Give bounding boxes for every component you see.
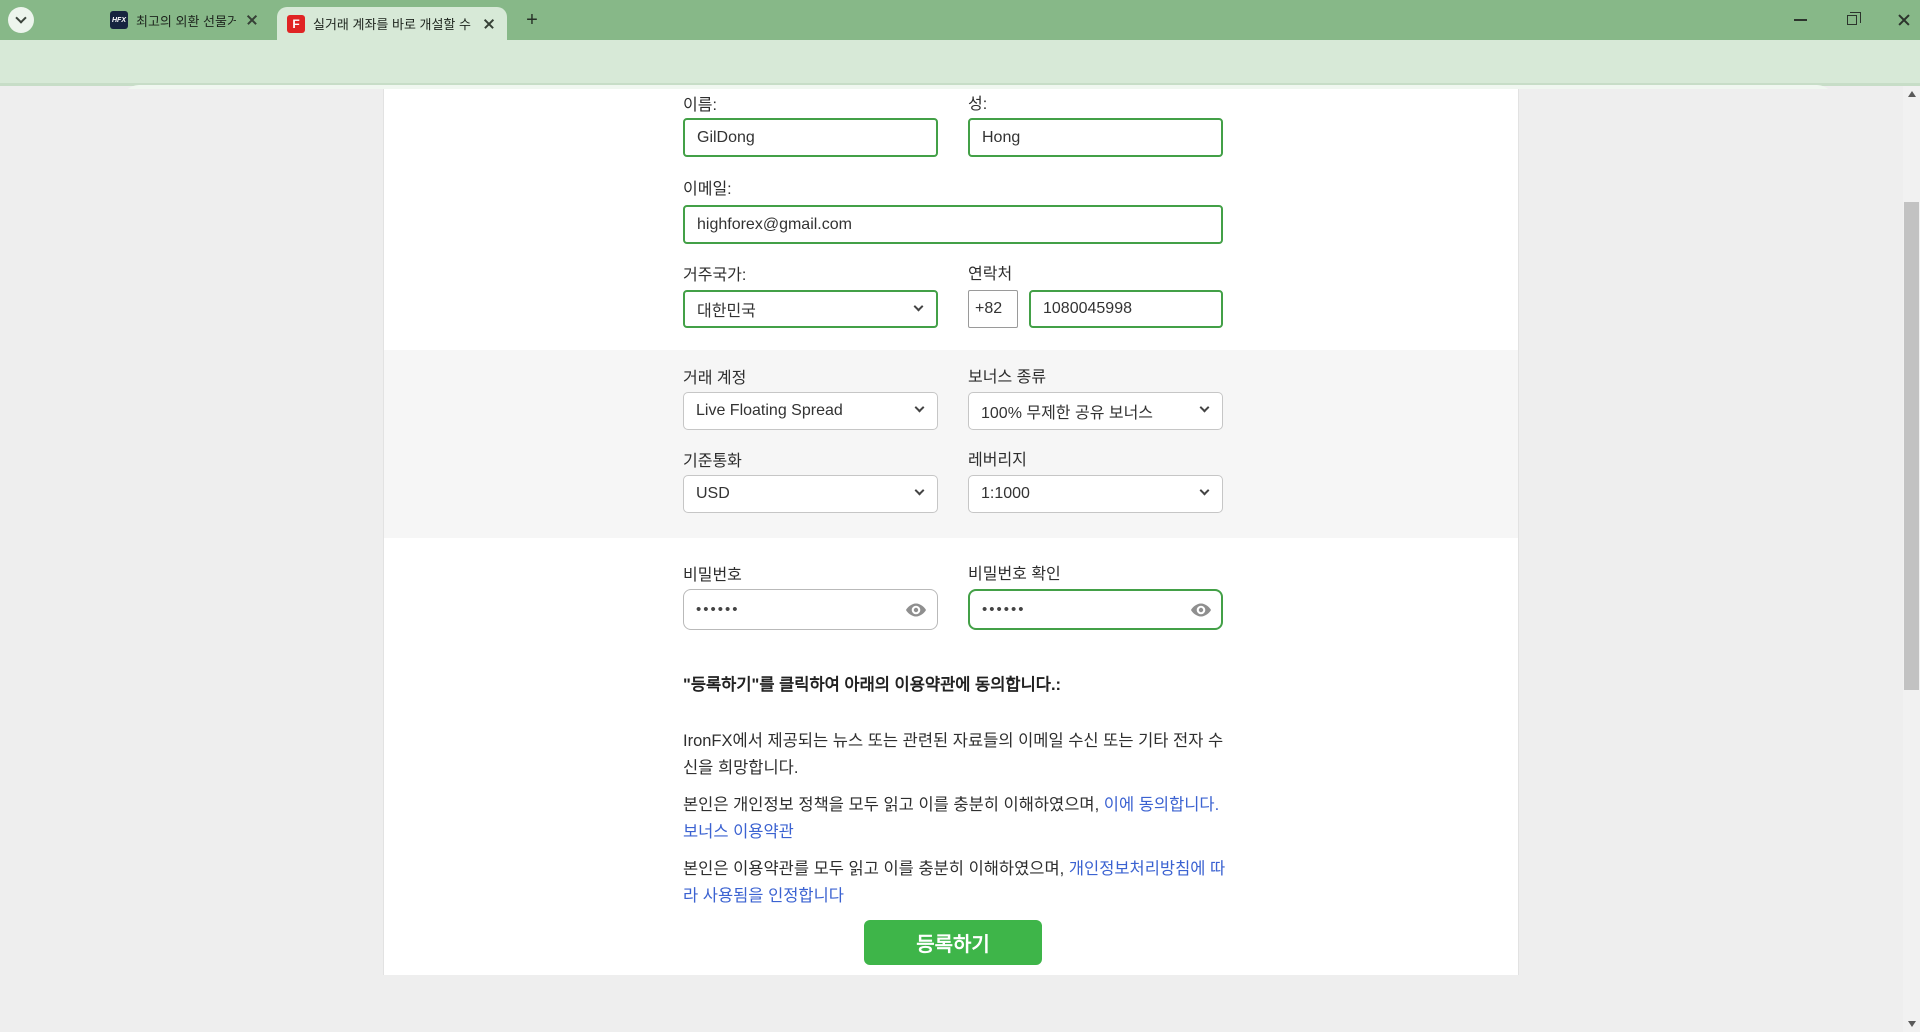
password-eye-icon[interactable] bbox=[904, 598, 928, 622]
terms-paragraph-privacy: 본인은 개인정보 정책을 모두 읽고 이를 충분히 이해하였으며, 이에 동의합… bbox=[683, 792, 1228, 846]
chevron-down-icon bbox=[915, 403, 925, 413]
close-icon bbox=[1897, 13, 1911, 27]
tab-strip: HFX 최고의 외환 선물거래 브로커 F 실거래 계좌를 바로 개설할 수 + bbox=[0, 0, 1920, 40]
window-restore-button[interactable] bbox=[1832, 0, 1872, 40]
leverage-label: 레버리지 bbox=[968, 446, 1027, 470]
triangle-down-icon bbox=[1908, 1021, 1916, 1027]
password-field[interactable] bbox=[683, 589, 938, 630]
first-name-field[interactable] bbox=[683, 118, 938, 157]
window-minimize-button[interactable] bbox=[1780, 0, 1820, 40]
phone-number-field[interactable] bbox=[1029, 290, 1223, 328]
phone-code-field[interactable] bbox=[968, 290, 1018, 328]
password-label: 비밀번호 bbox=[683, 561, 742, 585]
first-name-label: 이름: bbox=[683, 91, 717, 115]
tab-register-active[interactable]: F 실거래 계좌를 바로 개설할 수 bbox=[277, 7, 507, 40]
base-currency-value: USD bbox=[696, 485, 730, 503]
restore-icon bbox=[1847, 15, 1857, 25]
minimize-icon bbox=[1794, 19, 1807, 21]
vertical-scrollbar[interactable] bbox=[1903, 86, 1920, 1032]
terms-heading: "등록하기"를 클릭하여 아래의 이용약관에 동의합니다.: bbox=[683, 671, 1243, 695]
email-label: 이메일: bbox=[683, 175, 732, 199]
bonus-type-select[interactable]: 100% 무제한 공유 보너스 bbox=[968, 392, 1223, 430]
base-currency-label: 기준통화 bbox=[683, 447, 742, 471]
password-confirm-eye-icon[interactable] bbox=[1189, 598, 1213, 622]
tab1-close-icon[interactable] bbox=[244, 12, 260, 28]
triangle-up-icon bbox=[1908, 91, 1916, 97]
chevron-down-icon bbox=[914, 302, 924, 312]
register-button[interactable]: 등록하기 bbox=[864, 920, 1042, 965]
terms-paragraph-news: IronFX에서 제공되는 뉴스 또는 관련된 자료들의 이메일 수신 또는 기… bbox=[683, 728, 1228, 782]
country-select-value: 대한민국 bbox=[697, 297, 756, 321]
consent-link[interactable]: 이에 동의합니다. bbox=[1104, 796, 1219, 814]
password-confirm-label: 비밀번호 확인 bbox=[968, 560, 1061, 584]
registration-form: 이름: 성: 이메일: 거주국가: 연락처 대한민국 거래 계정 보너스 종류 … bbox=[383, 89, 1519, 975]
chevron-down-icon bbox=[915, 486, 925, 496]
scrollbar-thumb[interactable] bbox=[1904, 202, 1919, 690]
tab1-favicon-icon: HFX bbox=[110, 11, 128, 29]
window-close-button[interactable] bbox=[1884, 0, 1920, 40]
tab2-close-icon[interactable] bbox=[481, 16, 497, 32]
password-confirm-field[interactable] bbox=[968, 589, 1223, 630]
country-label: 거주국가: bbox=[683, 261, 746, 285]
tab-search-button[interactable] bbox=[8, 7, 34, 33]
tab1-title: 최고의 외환 선물거래 브로커 bbox=[136, 11, 236, 30]
browser-window: HFX 최고의 외환 선물거래 브로커 F 실거래 계좌를 바로 개설할 수 +… bbox=[0, 0, 1920, 1032]
terms-paragraph-usage: 본인은 이용약관를 모두 읽고 이를 충분히 이해하였으며, 개인정보처리방침에… bbox=[683, 856, 1228, 910]
chevron-down-icon bbox=[1200, 403, 1210, 413]
tab-forex-broker[interactable]: HFX 최고의 외환 선물거래 브로커 bbox=[100, 0, 270, 40]
account-options-section bbox=[384, 350, 1518, 538]
chevron-down-icon bbox=[15, 12, 26, 23]
scroll-down-button[interactable] bbox=[1903, 1016, 1920, 1032]
bonus-type-value: 100% 무제한 공유 보너스 bbox=[981, 399, 1153, 423]
last-name-label: 성: bbox=[968, 90, 987, 114]
account-type-label: 거래 계정 bbox=[683, 364, 746, 388]
scroll-up-button[interactable] bbox=[1903, 86, 1920, 102]
base-currency-select[interactable]: USD bbox=[683, 475, 938, 513]
tab2-title: 실거래 계좌를 바로 개설할 수 bbox=[313, 14, 473, 33]
bonus-terms-link[interactable]: 보너스 이용약관 bbox=[683, 823, 794, 841]
phone-label: 연락처 bbox=[968, 260, 1012, 284]
page-content: 이름: 성: 이메일: 거주국가: 연락처 대한민국 거래 계정 보너스 종류 … bbox=[0, 89, 1903, 1032]
leverage-select[interactable]: 1:1000 bbox=[968, 475, 1223, 513]
tab2-favicon-icon: F bbox=[287, 15, 305, 33]
bonus-type-label: 보너스 종류 bbox=[968, 363, 1046, 387]
terms-p3-text: 본인은 이용약관를 모두 읽고 이를 충분히 이해하였으며, bbox=[683, 860, 1069, 878]
email-field[interactable] bbox=[683, 205, 1223, 244]
country-select[interactable]: 대한민국 bbox=[683, 290, 938, 328]
new-tab-button[interactable]: + bbox=[520, 8, 544, 32]
account-type-value: Live Floating Spread bbox=[696, 402, 843, 420]
last-name-field[interactable] bbox=[968, 118, 1223, 157]
leverage-value: 1:1000 bbox=[981, 485, 1030, 503]
chevron-down-icon bbox=[1200, 486, 1210, 496]
browser-toolbar: ironfx.com/ko/register?utm_source=005688… bbox=[0, 40, 1920, 86]
account-type-select[interactable]: Live Floating Spread bbox=[683, 392, 938, 430]
terms-p2-text: 본인은 개인정보 정책을 모두 읽고 이를 충분히 이해하였으며, bbox=[683, 796, 1104, 814]
